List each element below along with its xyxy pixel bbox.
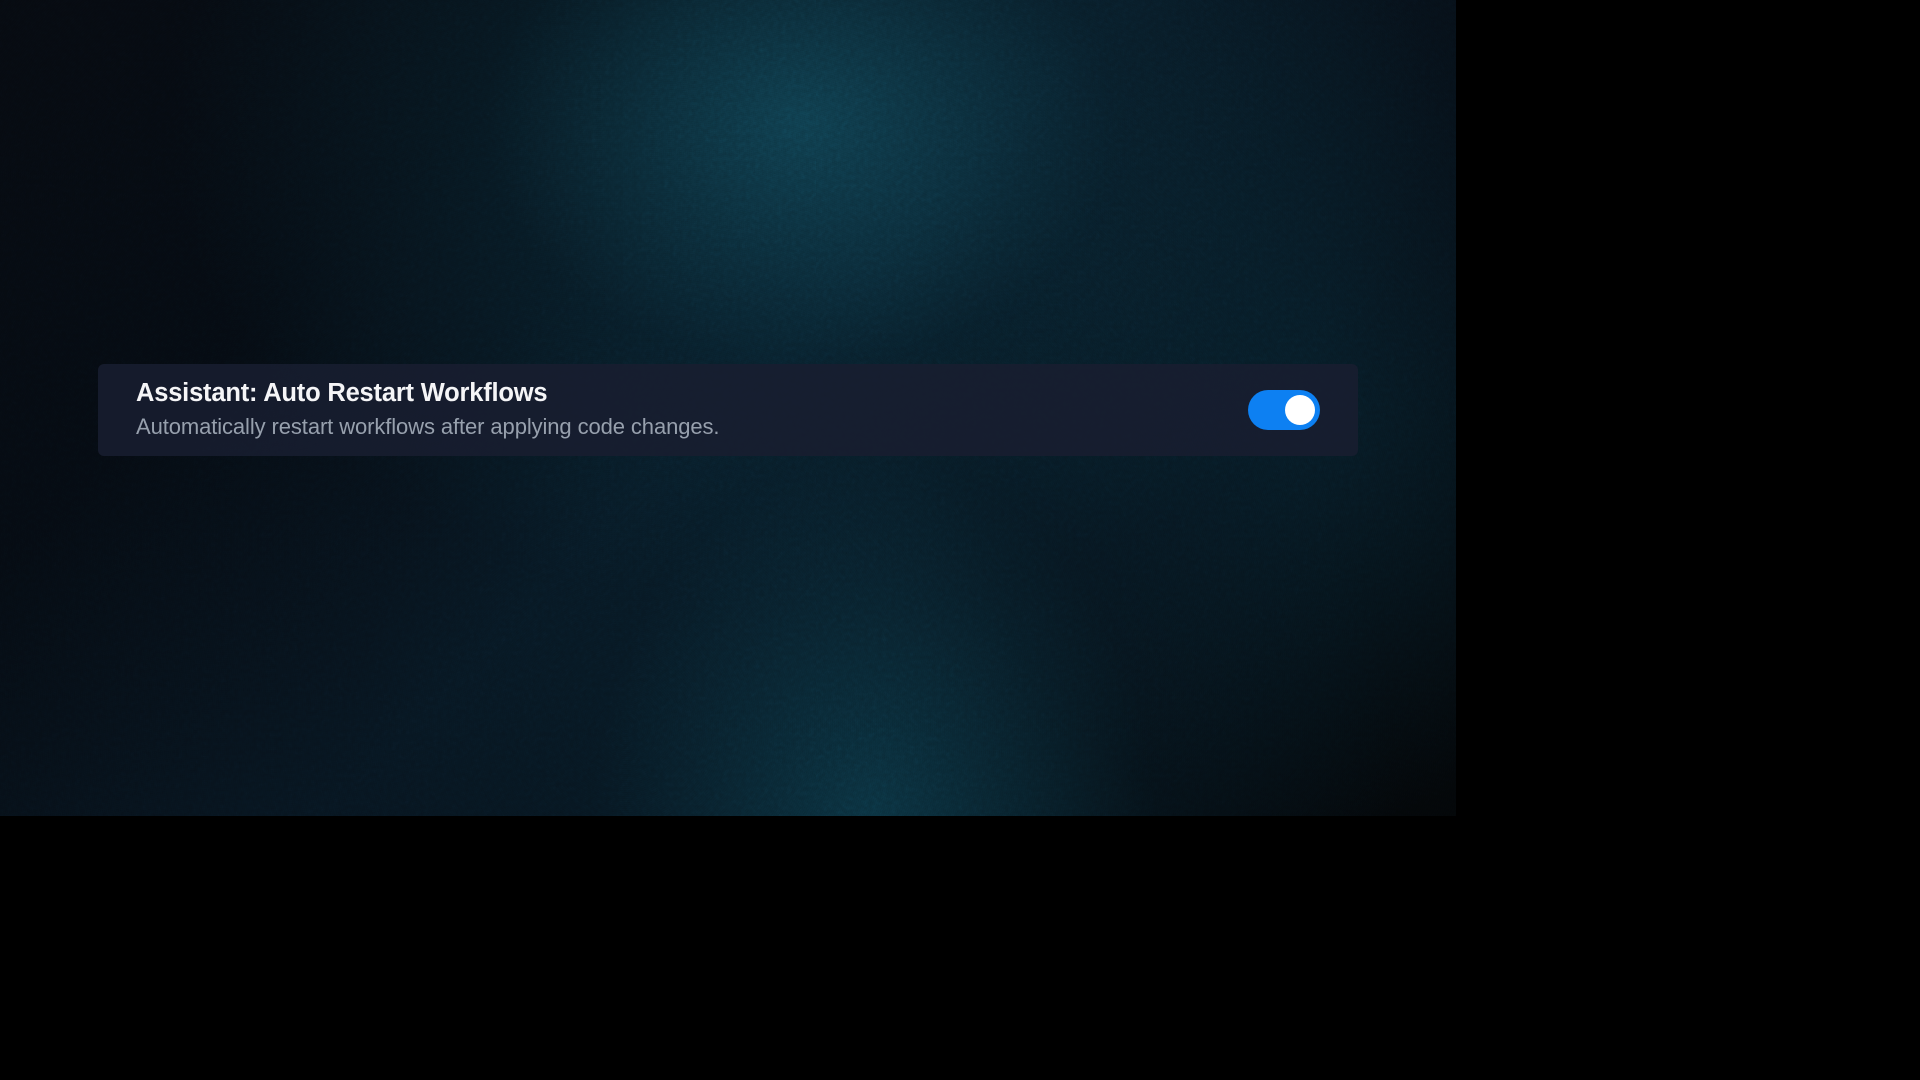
- settings-text-group: Assistant: Auto Restart Workflows Automa…: [136, 378, 719, 441]
- setting-description: Automatically restart workflows after ap…: [136, 413, 719, 442]
- toggle-knob: [1285, 395, 1315, 425]
- settings-row-auto-restart-workflows: Assistant: Auto Restart Workflows Automa…: [98, 364, 1358, 456]
- toggle-auto-restart-workflows[interactable]: [1248, 390, 1320, 430]
- setting-title: Assistant: Auto Restart Workflows: [136, 378, 719, 409]
